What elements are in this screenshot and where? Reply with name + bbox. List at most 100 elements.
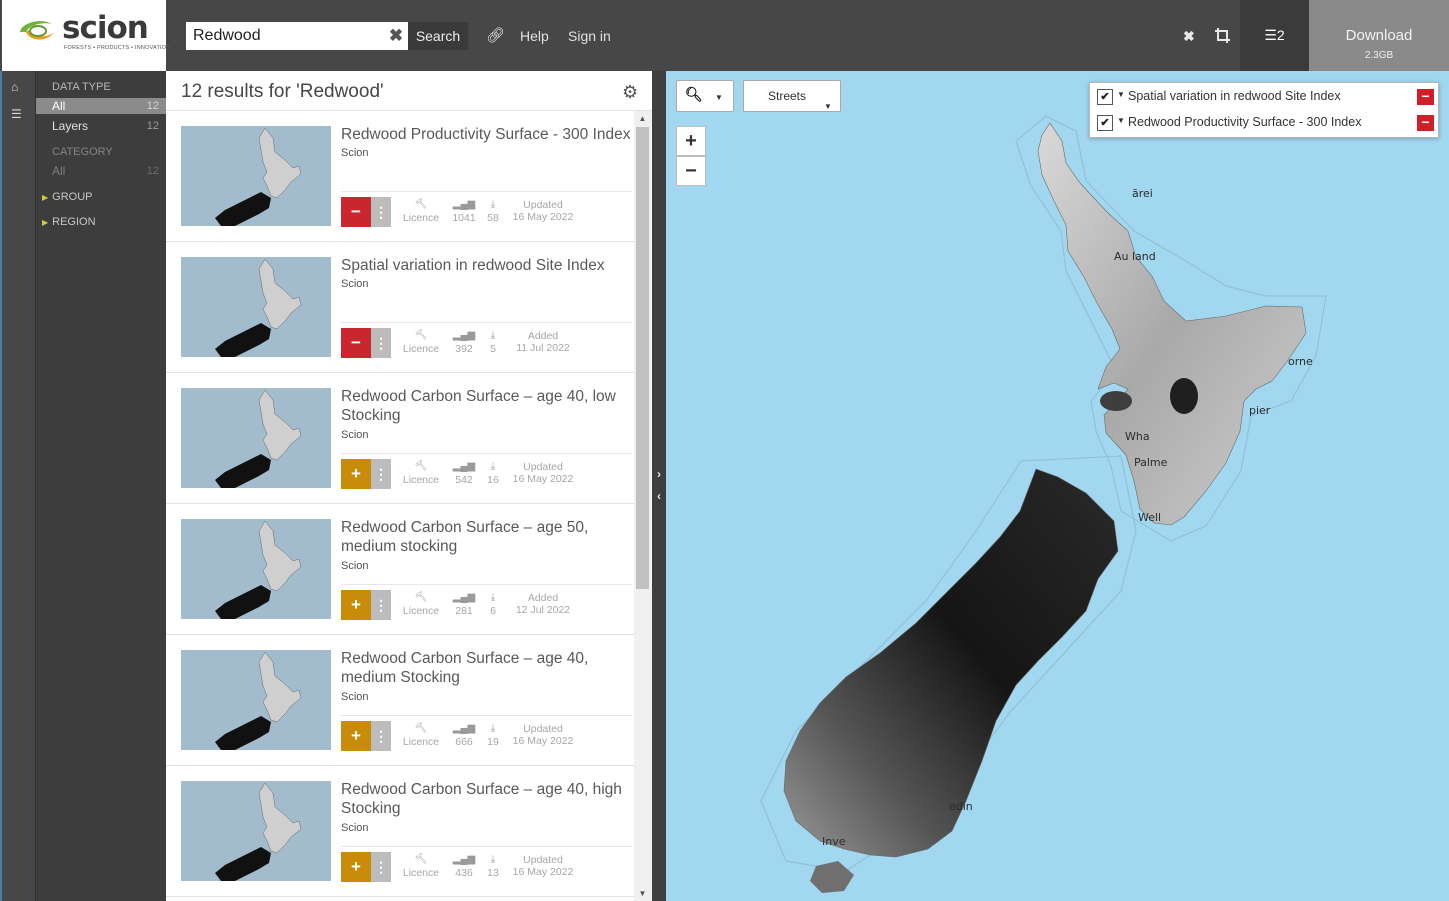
- active-layer-row[interactable]: ✔ ▼ Spatial variation in redwood Site In…: [1090, 84, 1440, 110]
- basemap-select[interactable]: Streets ▼: [743, 80, 841, 112]
- layer-visibility-checkbox[interactable]: ✔: [1097, 115, 1113, 131]
- zoom-icon: 🔍︎: [685, 86, 703, 102]
- more-options-button[interactable]: ⋮: [371, 328, 391, 358]
- scroll-up-icon[interactable]: ▲: [636, 114, 649, 123]
- group-label: GROUP: [52, 191, 93, 203]
- result-card[interactable]: Redwood Carbon Surface – age 40, low Sto…: [166, 373, 634, 504]
- result-title[interactable]: Redwood Carbon Surface – age 40, low Sto…: [341, 387, 634, 425]
- filter-data-type-layers[interactable]: Layers 12: [36, 118, 167, 134]
- result-thumbnail[interactable]: [181, 781, 331, 881]
- home-icon[interactable]: ⌂: [11, 80, 18, 94]
- result-title[interactable]: Spatial variation in redwood Site Index: [341, 256, 634, 275]
- map-view[interactable]: ārei Au land orne pier Wha Palme Well ed…: [666, 71, 1449, 901]
- filter-sidebar: DATA TYPE All 12 Layers 12 CATEGORY All …: [35, 71, 167, 901]
- downloads-stat: ⤓ 5: [480, 330, 506, 355]
- clear-selection-icon[interactable]: ✖: [1183, 27, 1195, 45]
- filter-region-toggle[interactable]: ▶ REGION: [42, 216, 96, 228]
- filter-count: 12: [146, 165, 159, 177]
- caret-down-icon[interactable]: ▼: [1117, 116, 1125, 125]
- active-layer-row[interactable]: ✔ ▼ Redwood Productivity Surface - 300 I…: [1090, 110, 1440, 136]
- results-title: 12 results for 'Redwood': [181, 81, 384, 102]
- layer-visibility-checkbox[interactable]: ✔: [1097, 89, 1113, 105]
- result-card[interactable]: Spatial variation in redwood Site Index S…: [166, 242, 634, 373]
- signal-icon: ▂▄▆: [452, 330, 476, 341]
- result-title[interactable]: Redwood Productivity Surface - 300 Index: [341, 125, 634, 144]
- zoom-in-button[interactable]: +: [676, 126, 706, 156]
- search-input[interactable]: [186, 22, 408, 50]
- zoom-out-button[interactable]: −: [676, 156, 706, 186]
- filter-group-toggle[interactable]: ▶ GROUP: [42, 191, 93, 203]
- result-card[interactable]: Redwood Productivity Surface - 300 Index…: [166, 111, 634, 242]
- list-icon: ☰: [1264, 27, 1277, 43]
- scrollbar-thumb[interactable]: [636, 127, 649, 589]
- divider: [341, 322, 632, 323]
- signal-icon: ▂▄▆: [452, 723, 476, 734]
- scroll-down-icon[interactable]: ▼: [636, 889, 649, 898]
- result-thumbnail[interactable]: [181, 126, 331, 226]
- search-button[interactable]: Search: [408, 22, 468, 50]
- date-stat: Added 11 Jul 2022: [504, 330, 582, 354]
- licence-stat[interactable]: 🔨︎ Licence: [399, 461, 443, 486]
- logo[interactable]: scion FORESTS • PRODUCTS • INNOVATION: [0, 0, 170, 71]
- signin-link[interactable]: Sign in: [568, 27, 611, 45]
- views-count: 666: [455, 736, 473, 748]
- downloads-count: 19: [487, 736, 499, 748]
- result-thumbnail[interactable]: [181, 519, 331, 619]
- gavel-icon: 🔨︎: [414, 854, 428, 865]
- downloads-stat: ⤓ 19: [480, 723, 506, 748]
- more-options-button[interactable]: ⋮: [371, 721, 391, 751]
- remove-from-map-button[interactable]: −: [341, 328, 371, 358]
- filter-label: All: [52, 99, 66, 113]
- result-thumbnail[interactable]: [181, 257, 331, 357]
- date-value: 16 May 2022: [512, 211, 574, 223]
- remove-layer-button[interactable]: −: [1417, 89, 1434, 105]
- remove-layer-button[interactable]: −: [1417, 115, 1434, 131]
- download-button[interactable]: Download 2.3GB: [1309, 0, 1449, 71]
- licence-stat[interactable]: 🔨︎ Licence: [399, 199, 443, 224]
- result-title[interactable]: Redwood Carbon Surface – age 40, medium …: [341, 649, 634, 687]
- filter-category-all[interactable]: All 12: [36, 163, 167, 179]
- chevron-right-icon[interactable]: ›: [653, 467, 665, 481]
- more-options-button[interactable]: ⋮: [371, 459, 391, 489]
- list-icon[interactable]: ☰: [11, 107, 22, 121]
- date-label: Added: [527, 330, 559, 342]
- link-icon[interactable]: 🔗︎: [486, 27, 505, 45]
- result-card[interactable]: Redwood Carbon Surface – age 50, medium …: [166, 504, 634, 635]
- result-organisation: Scion: [341, 278, 369, 290]
- map-place-label: pier: [1249, 404, 1271, 417]
- result-thumbnail[interactable]: [181, 650, 331, 750]
- more-options-button[interactable]: ⋮: [371, 590, 391, 620]
- result-organisation: Scion: [341, 560, 369, 572]
- panel-splitter[interactable]: › ‹: [652, 71, 666, 901]
- add-to-map-button[interactable]: +: [341, 852, 371, 882]
- more-options-button[interactable]: ⋮: [371, 852, 391, 882]
- gear-icon[interactable]: ⚙: [622, 82, 638, 103]
- remove-from-map-button[interactable]: −: [341, 197, 371, 227]
- layers-tab[interactable]: ☰2: [1240, 0, 1309, 71]
- add-to-map-button[interactable]: +: [341, 721, 371, 751]
- zoom-tool-dropdown[interactable]: 🔍︎ ▼: [676, 80, 734, 112]
- signal-icon: ▂▄▆: [452, 461, 476, 472]
- licence-stat[interactable]: 🔨︎ Licence: [399, 330, 443, 355]
- result-thumbnail[interactable]: [181, 388, 331, 488]
- add-to-map-button[interactable]: +: [341, 590, 371, 620]
- views-count: 392: [455, 343, 473, 355]
- licence-stat[interactable]: 🔨︎ Licence: [399, 723, 443, 748]
- result-card[interactable]: Redwood Carbon Surface – age 40, high St…: [166, 766, 634, 897]
- search-clear-icon[interactable]: ✖: [386, 25, 406, 47]
- crop-icon[interactable]: [1215, 28, 1230, 43]
- help-link[interactable]: Help: [520, 27, 549, 45]
- licence-stat[interactable]: 🔨︎ Licence: [399, 592, 443, 617]
- date-stat: Updated 16 May 2022: [504, 854, 582, 878]
- result-card[interactable]: Redwood Carbon Surface – age 40, medium …: [166, 635, 634, 766]
- filter-data-type-all[interactable]: All 12: [36, 98, 167, 114]
- result-title[interactable]: Redwood Carbon Surface – age 50, medium …: [341, 518, 634, 556]
- more-options-button[interactable]: ⋮: [371, 197, 391, 227]
- result-title[interactable]: Redwood Carbon Surface – age 40, high St…: [341, 780, 634, 818]
- caret-down-icon[interactable]: ▼: [1117, 90, 1125, 99]
- licence-stat[interactable]: 🔨︎ Licence: [399, 854, 443, 879]
- add-to-map-button[interactable]: +: [341, 459, 371, 489]
- chevron-left-icon[interactable]: ‹: [653, 489, 665, 503]
- date-stat: Updated 16 May 2022: [504, 461, 582, 485]
- result-organisation: Scion: [341, 147, 369, 159]
